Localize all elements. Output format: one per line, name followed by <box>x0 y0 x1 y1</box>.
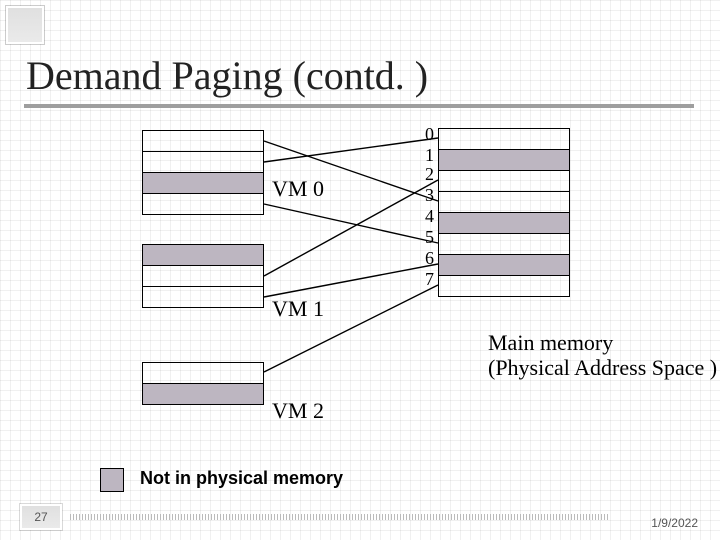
vm2-label: VM 2 <box>272 398 324 424</box>
pm-caption: Main memory (Physical Address Space ) <box>488 330 717 381</box>
pm-index-2: 2 <box>420 164 434 185</box>
pm-index-5: 5 <box>420 227 434 248</box>
physical-memory-table <box>438 128 570 297</box>
pm-caption-line1: Main memory <box>488 330 613 355</box>
vm2-table <box>142 362 264 405</box>
vm1-label: VM 1 <box>272 296 324 322</box>
pm-index-7: 7 <box>420 269 434 290</box>
vm0-label: VM 0 <box>272 176 324 202</box>
pm-index-1: 1 <box>420 145 434 166</box>
pm-index-4: 4 <box>420 206 434 227</box>
vm0-table <box>142 130 264 215</box>
slide-title: Demand Paging (contd. ) <box>26 52 428 99</box>
title-rule <box>24 104 694 108</box>
pm-index-6: 6 <box>420 248 434 269</box>
vm1-table <box>142 244 264 308</box>
legend-label: Not in physical memory <box>140 468 343 489</box>
pm-index-3: 3 <box>420 185 434 206</box>
pm-index-0: 0 <box>420 124 434 145</box>
pm-caption-line2: (Physical Address Space ) <box>488 355 717 380</box>
footer-rule <box>70 517 610 520</box>
corner-decor <box>6 6 44 44</box>
footer-date: 1/9/2022 <box>651 516 698 530</box>
slide-number: 27 <box>20 504 62 530</box>
legend-swatch <box>100 468 124 492</box>
